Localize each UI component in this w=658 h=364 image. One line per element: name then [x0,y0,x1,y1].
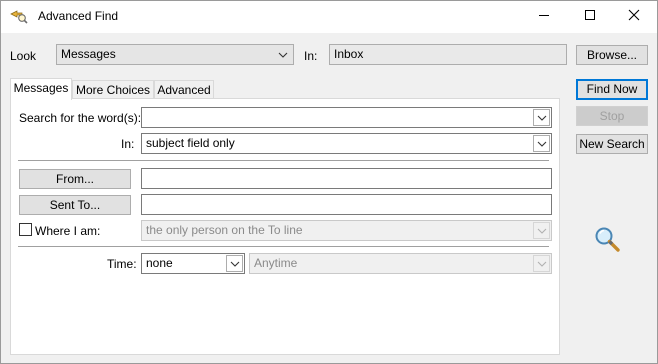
search-in-value: subject field only [146,136,235,150]
time-dropdown[interactable]: none [141,253,245,274]
maximize-button[interactable] [567,1,613,32]
where-i-am-value: the only person on the To line [146,223,303,237]
where-i-am-dropdown[interactable]: the only person on the To line [141,220,552,241]
where-i-am-label: Where I am: [35,224,101,238]
look-value: Messages [61,47,116,61]
look-dropdown[interactable]: Messages [56,44,294,65]
look-label: Look [10,49,37,63]
from-button[interactable]: From... [19,169,131,189]
maximize-icon [584,9,596,24]
advanced-find-window: Advanced Find Look Messages In: Inbox Br… [0,0,658,364]
magnifier-icon [593,225,621,253]
new-search-button[interactable]: New Search [576,134,648,154]
search-in-dropdown[interactable]: subject field only [141,133,552,154]
chevron-down-icon[interactable] [533,109,550,126]
chevron-down-icon [533,135,550,152]
where-i-am-checkbox[interactable] [19,223,32,236]
time-range-value: Anytime [254,256,298,270]
minimize-icon [538,9,550,24]
time-range-dropdown[interactable]: Anytime [249,253,552,274]
folder-in-label: In: [304,49,318,63]
minimize-button[interactable] [521,1,567,32]
window-title: Advanced Find [38,9,119,23]
search-words-input[interactable] [141,107,552,128]
search-words-label: Search for the word(s): [19,111,142,125]
title-bar[interactable]: Advanced Find [1,1,657,33]
advanced-find-icon [10,8,28,24]
chevron-down-icon [533,222,550,239]
close-icon [628,9,640,24]
time-value: none [146,256,173,270]
search-in-label: In: [121,137,135,151]
chevron-down-icon [226,255,243,272]
sent-to-field[interactable] [141,194,552,215]
divider [18,160,549,161]
tab-messages[interactable]: Messages [10,78,72,100]
browse-button[interactable]: Browse... [576,45,648,65]
divider [18,246,549,247]
folder-in-field: Inbox [329,44,567,65]
chevron-down-icon [274,46,291,63]
chevron-down-icon [533,255,550,272]
from-field[interactable] [141,168,552,189]
tab-advanced[interactable]: Advanced [154,80,214,100]
close-button[interactable] [611,1,657,32]
find-now-button[interactable]: Find Now [576,79,648,100]
sent-to-button[interactable]: Sent To... [19,195,131,215]
time-label: Time: [107,257,137,271]
stop-button[interactable]: Stop [576,106,648,126]
tab-more-choices[interactable]: More Choices [72,80,154,100]
